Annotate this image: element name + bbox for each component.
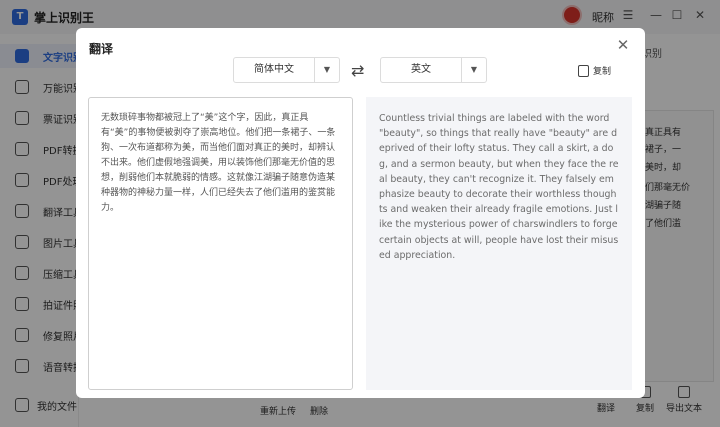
copy-button[interactable]: 复制 [578,64,611,77]
chevron-down-icon: ▼ [461,58,486,82]
copy-icon [578,64,589,77]
swap-languages-icon[interactable]: ⇄ [351,61,364,80]
chevron-down-icon: ▼ [314,58,339,82]
source-text-area[interactable]: 无数琐碎事物都被冠上了“美”这个字，因此，真正具有“美”的事物便被剥夺了崇高地位… [88,97,353,390]
copy-label: 复制 [593,67,612,77]
source-text: 无数琐碎事物都被冠上了“美”这个字，因此，真正具有“美”的事物便被剥夺了崇高地位… [101,113,336,213]
source-language-select[interactable]: 简体中文 ▼ [233,57,340,83]
close-icon[interactable]: ✕ [614,36,632,54]
target-language-value: 英文 [411,64,431,75]
translated-text: Countless trivial things are labeled wit… [379,113,619,261]
dialog-title: 翻译 [89,42,114,56]
target-language-select[interactable]: 英文 ▼ [380,57,487,83]
translation-result-area[interactable]: Countless trivial things are labeled wit… [366,97,632,390]
translate-dialog: 翻译 ✕ 简体中文 ▼ ⇄ 英文 ▼ 复制 无数琐碎事物都被冠上了“美”这个字，… [76,28,645,398]
source-language-value: 简体中文 [254,64,294,75]
